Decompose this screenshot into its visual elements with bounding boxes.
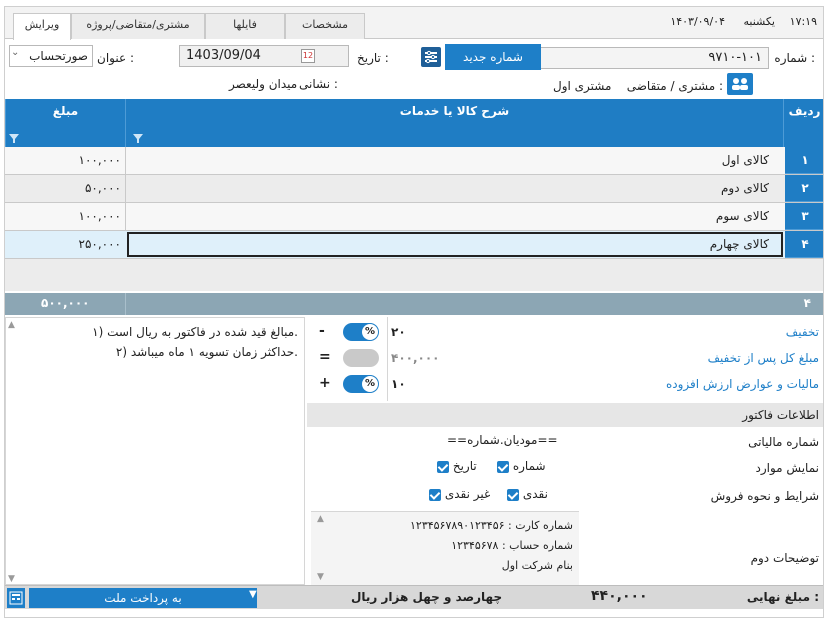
number-label: شماره : bbox=[774, 51, 815, 65]
final-amount-label: مبلغ نهایی : bbox=[746, 590, 819, 604]
note-line-2: ۲) حداکثر زمان تسویه ۱ ماه میباشد. bbox=[115, 345, 298, 359]
tab-customer-project[interactable]: مشتری/متقاضی/پروژه bbox=[71, 13, 205, 39]
tax-number-field[interactable]: ==مودیان.شماره== bbox=[447, 433, 558, 447]
row-description[interactable]: کالای اول bbox=[722, 147, 769, 174]
row-number: ۳ bbox=[785, 203, 823, 230]
payment-gateway-select[interactable]: به پرداخت ملت bbox=[29, 588, 257, 608]
new-number-button[interactable]: شماره جدید bbox=[445, 44, 541, 70]
title-bar: ۱۷:۱۹ یکشنبه ۱۴۰۳/۰۹/۰۴ ویرایش مشتری/متق… bbox=[5, 7, 823, 40]
clock-time: ۱۷:۱۹ bbox=[789, 15, 817, 28]
col-amount[interactable]: مبلغ bbox=[5, 99, 125, 147]
discount-value[interactable]: ۲۰ bbox=[391, 325, 406, 339]
invoice-info-panel: شماره مالیاتی ==مودیان.شماره== نمایش موا… bbox=[307, 427, 823, 585]
row-description[interactable]: کالای دوم bbox=[721, 175, 769, 202]
tax-number-label: شماره مالیاتی bbox=[748, 435, 819, 449]
total-count: ۴ bbox=[803, 296, 811, 310]
second-description-label: توضیحات دوم bbox=[750, 551, 819, 565]
invoice-window: ۱۷:۱۹ یکشنبه ۱۴۰۳/۰۹/۰۴ ویرایش مشتری/متق… bbox=[4, 6, 824, 618]
chevron-down-icon[interactable]: ⌄ bbox=[11, 47, 19, 58]
footer-bar: مبلغ نهایی : ۴۴۰,۰۰۰ چهارصد و چهل هزار ر… bbox=[5, 585, 823, 609]
row-number: ۴ bbox=[785, 231, 823, 258]
tax-sign: + bbox=[319, 375, 331, 391]
total-amount: ۵۰۰,۰۰۰ bbox=[41, 296, 90, 310]
grid-header: ردیف شرح کالا یا خدمات مبلغ bbox=[5, 99, 823, 147]
owner-line: بنام شرکت اول bbox=[501, 559, 573, 572]
checkbox-icon[interactable] bbox=[429, 488, 441, 501]
tab-files[interactable]: فایلها bbox=[205, 13, 285, 39]
row-number: ۱ bbox=[785, 147, 823, 174]
customer-value[interactable]: مشتری اول bbox=[553, 79, 611, 93]
scroll-up-icon[interactable]: ▲ bbox=[8, 320, 15, 330]
final-amount-value: ۴۴۰,۰۰۰ bbox=[591, 588, 648, 604]
invoice-number-field[interactable]: ۹۷۱۰-۱۰۱ bbox=[539, 47, 769, 69]
percent-icon: % bbox=[362, 376, 378, 392]
customer-label: مشتری / متقاضی : bbox=[626, 79, 723, 93]
show-number-option[interactable]: شماره bbox=[513, 459, 546, 473]
account-number-line: شماره حساب : ۱۲۳۴۵۶۷۸ bbox=[451, 539, 573, 552]
current-date: ۱۴۰۳/۰۹/۰۴ bbox=[670, 15, 725, 28]
weekday: یکشنبه bbox=[743, 15, 776, 28]
note-line-1: ۱) مبالغ قید شده در فاکتور به ریال است. bbox=[92, 325, 298, 339]
chevron-down-icon[interactable]: ▼ bbox=[249, 589, 257, 600]
calendar-icon[interactable]: 12 bbox=[301, 49, 315, 63]
card-number-line: شماره کارت : ۱۲۳۴۵۶۷۸۹۰۱۲۳۴۵۶ bbox=[410, 519, 573, 532]
tax-value[interactable]: ۱۰ bbox=[391, 377, 406, 391]
address-value: میدان ولیعصر bbox=[229, 77, 298, 91]
row-amount[interactable]: ۱۰۰,۰۰۰ bbox=[5, 147, 122, 174]
after-discount-sign: = bbox=[319, 349, 331, 365]
title-label: عنوان : bbox=[97, 51, 134, 65]
checkbox-icon[interactable] bbox=[437, 460, 449, 473]
after-discount-label: مبلغ کل پس از تخفیف bbox=[707, 351, 819, 365]
row-description[interactable]: کالای چهارم bbox=[710, 231, 769, 258]
discount-label: تخفیف bbox=[785, 325, 819, 339]
scroll-down-icon[interactable]: ▼ bbox=[317, 572, 324, 582]
title-select[interactable]: صورتحساب bbox=[9, 45, 93, 67]
row-number: ۲ bbox=[785, 175, 823, 202]
settings-icon[interactable] bbox=[421, 47, 441, 67]
discount-percent-toggle[interactable]: % bbox=[343, 323, 379, 341]
tab-properties[interactable]: مشخصات bbox=[285, 13, 365, 39]
checkbox-icon[interactable] bbox=[497, 460, 509, 473]
after-discount-toggle bbox=[343, 349, 379, 367]
show-items-label: نمایش موارد bbox=[755, 461, 820, 475]
tax-label: مالیات و عوارض ارزش افزوده bbox=[665, 377, 819, 391]
final-amount-words: چهارصد و چهل هزار ریال bbox=[351, 590, 503, 604]
show-date-option[interactable]: تاریخ bbox=[453, 459, 477, 473]
row-amount[interactable]: ۲۵۰,۰۰۰ bbox=[5, 231, 122, 258]
col-row[interactable]: ردیف bbox=[783, 99, 823, 147]
row-amount[interactable]: ۵۰,۰۰۰ bbox=[5, 175, 121, 202]
pay-cash-option[interactable]: نقدی bbox=[523, 487, 548, 501]
grid-total-bar: ۴ ۵۰۰,۰۰۰ bbox=[5, 293, 823, 315]
second-description-field[interactable]: شماره کارت : ۱۲۳۴۵۶۷۸۹۰۱۲۳۴۵۶ شماره حساب… bbox=[311, 511, 579, 585]
address-label: نشانی : bbox=[299, 77, 338, 91]
after-discount-value: ۴۰۰,۰۰۰ bbox=[391, 351, 440, 365]
row-description[interactable]: کالای سوم bbox=[716, 203, 769, 230]
date-label: تاریخ : bbox=[357, 51, 389, 65]
table-row[interactable]: ۱ کالای اول ۱۰۰,۰۰۰ bbox=[5, 147, 823, 175]
row-amount[interactable]: ۱۰۰,۰۰۰ bbox=[5, 203, 122, 230]
table-row[interactable]: ۲ کالای دوم ۵۰,۰۰۰ bbox=[5, 175, 823, 203]
filter-icon[interactable] bbox=[9, 134, 19, 143]
discount-sign: - bbox=[319, 323, 325, 339]
invoice-info-header: اطلاعات فاکتور bbox=[307, 403, 823, 427]
calculator-icon[interactable] bbox=[7, 588, 25, 608]
notes-textarea[interactable]: ۱) مبالغ قید شده در فاکتور به ریال است. … bbox=[5, 317, 305, 585]
percent-icon: % bbox=[362, 324, 378, 340]
scroll-up-icon[interactable]: ▲ bbox=[317, 514, 324, 524]
date-field[interactable]: 1403/09/04 bbox=[179, 45, 349, 67]
table-row[interactable]: ۳ کالای سوم ۱۰۰,۰۰۰ bbox=[5, 203, 823, 231]
table-row[interactable]: ۴ کالای چهارم ۲۵۰,۰۰۰ bbox=[5, 231, 823, 259]
checkbox-icon[interactable] bbox=[507, 488, 519, 501]
payment-terms-label: شرایط و نحوه فروش bbox=[710, 489, 819, 503]
tax-percent-toggle[interactable]: % bbox=[343, 375, 379, 393]
summary-panel: تخفیف مبلغ کل پس از تخفیف مالیات و عوارض… bbox=[307, 317, 823, 401]
pay-noncash-option[interactable]: غیر نقدی bbox=[445, 487, 490, 501]
customer-icon[interactable] bbox=[727, 73, 753, 95]
scroll-down-icon[interactable]: ▼ bbox=[8, 574, 15, 584]
tab-edit[interactable]: ویرایش bbox=[13, 13, 71, 40]
col-description[interactable]: شرح کالا یا خدمات bbox=[125, 99, 783, 147]
filter-icon[interactable] bbox=[133, 134, 143, 143]
